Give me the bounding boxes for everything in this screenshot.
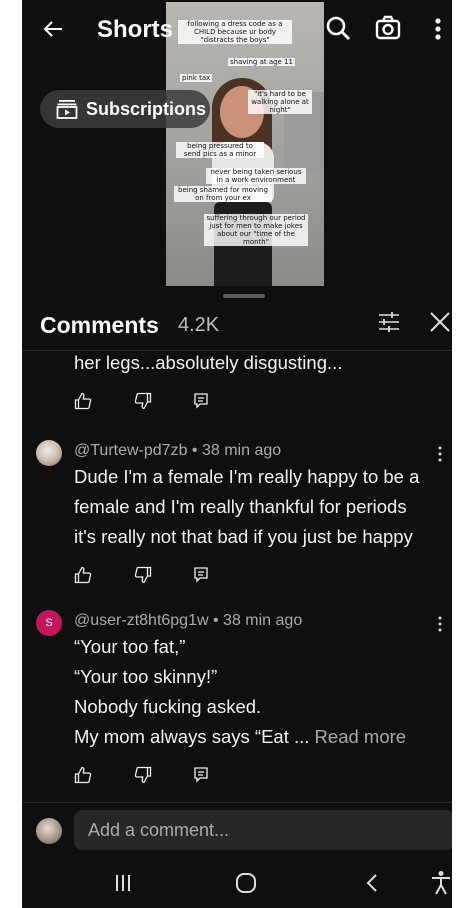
add-comment-placeholder: Add a comment... xyxy=(88,820,230,840)
video-caption: suffering through our period just for me… xyxy=(204,214,308,246)
accessibility-icon[interactable] xyxy=(430,870,452,896)
separator: • xyxy=(212,612,219,629)
reply-icon[interactable] xyxy=(192,766,210,784)
camera-icon xyxy=(375,15,401,40)
comment-meta: @user-zt8ht6pg1w • 38 min ago xyxy=(74,612,302,630)
comment-actions xyxy=(74,392,224,414)
comment-actions xyxy=(74,566,224,588)
top-bar: Shorts xyxy=(22,0,452,60)
thumbs-down-icon[interactable] xyxy=(134,392,152,410)
comment-line: “Your too skinny!” xyxy=(74,666,218,687)
sort-filter-button[interactable] xyxy=(377,310,403,336)
comments-title: Comments xyxy=(40,312,159,338)
recent-apps-icon[interactable] xyxy=(112,872,134,894)
comments-panel: Comments 4.2K her legs...absolutely disg… xyxy=(22,286,452,908)
reply-icon[interactable] xyxy=(192,392,210,410)
video-caption: being shamed for moving on from your ex xyxy=(174,186,272,202)
comment-author[interactable]: @Turtew-pd7zb xyxy=(74,442,187,459)
avatar[interactable] xyxy=(36,440,62,466)
subscriptions-icon xyxy=(56,100,78,119)
comment-line-text: My mom always says “Eat ... xyxy=(74,726,310,747)
thumbs-up-icon[interactable] xyxy=(74,392,92,410)
separator: • xyxy=(191,442,198,459)
read-more-link[interactable]: Read more xyxy=(315,726,407,747)
comments-count: 4.2K xyxy=(178,314,220,336)
arrow-left-icon xyxy=(43,21,62,37)
close-comments-button[interactable] xyxy=(428,310,452,336)
drag-handle[interactable] xyxy=(223,294,265,298)
comment-text: her legs...absolutely disgusting... xyxy=(74,352,343,373)
search-button[interactable] xyxy=(324,14,354,44)
comment-line: My mom always says “Eat ... Read more xyxy=(74,722,406,752)
avatar-letter: S xyxy=(45,617,53,629)
shorts-comments-screen: following a dress code as a CHILD becaus… xyxy=(22,0,452,908)
close-icon xyxy=(430,312,450,332)
subscriptions-label: Subscriptions xyxy=(86,98,207,119)
add-comment-input[interactable]: Add a comment... xyxy=(74,810,452,850)
comment-line: “Your too fat,” xyxy=(74,636,186,657)
current-user-avatar xyxy=(36,818,62,844)
page-title: Shorts xyxy=(97,16,174,43)
thumbs-up-icon[interactable] xyxy=(74,766,92,784)
reply-icon[interactable] xyxy=(192,566,210,584)
system-navigation-bar xyxy=(22,860,452,908)
camera-button[interactable] xyxy=(374,14,404,44)
divider xyxy=(22,802,452,803)
search-icon xyxy=(326,16,350,40)
more-options-button[interactable] xyxy=(430,14,446,44)
more-vertical-icon[interactable] xyxy=(436,446,444,462)
comment-line: it's really not that bad if you just be … xyxy=(74,526,413,547)
video-caption: pink tax xyxy=(180,74,213,82)
home-icon[interactable] xyxy=(235,872,257,894)
comment-line: Dude I'm a female I'm really happy to be… xyxy=(74,466,420,487)
thumbs-down-icon[interactable] xyxy=(134,566,152,584)
comment-author[interactable]: @user-zt8ht6pg1w xyxy=(74,612,209,629)
thumbs-down-icon[interactable] xyxy=(134,766,152,784)
comment-line: Nobody fucking asked. xyxy=(74,696,262,717)
back-button[interactable] xyxy=(38,14,68,44)
video-caption: being pressured to send pics as a minor xyxy=(176,142,264,158)
thumbs-up-icon[interactable] xyxy=(74,566,92,584)
video-caption: "it's hard to be walking alone at night" xyxy=(248,90,312,114)
comment-time: 38 min ago xyxy=(223,612,303,629)
sliders-icon xyxy=(379,312,399,332)
subscriptions-chip[interactable]: Subscriptions xyxy=(40,90,210,128)
comment-meta: @Turtew-pd7zb • 38 min ago xyxy=(74,442,281,460)
more-vertical-icon xyxy=(435,18,441,40)
back-chevron-icon[interactable] xyxy=(362,872,384,894)
more-vertical-icon[interactable] xyxy=(436,616,444,632)
avatar[interactable]: S xyxy=(36,610,62,636)
comment-line: female and I'm really thankful for perio… xyxy=(74,496,407,517)
comment-time: 38 min ago xyxy=(201,442,282,459)
comment-actions xyxy=(74,766,224,788)
video-caption: never being taken serious in a work envi… xyxy=(206,168,306,184)
